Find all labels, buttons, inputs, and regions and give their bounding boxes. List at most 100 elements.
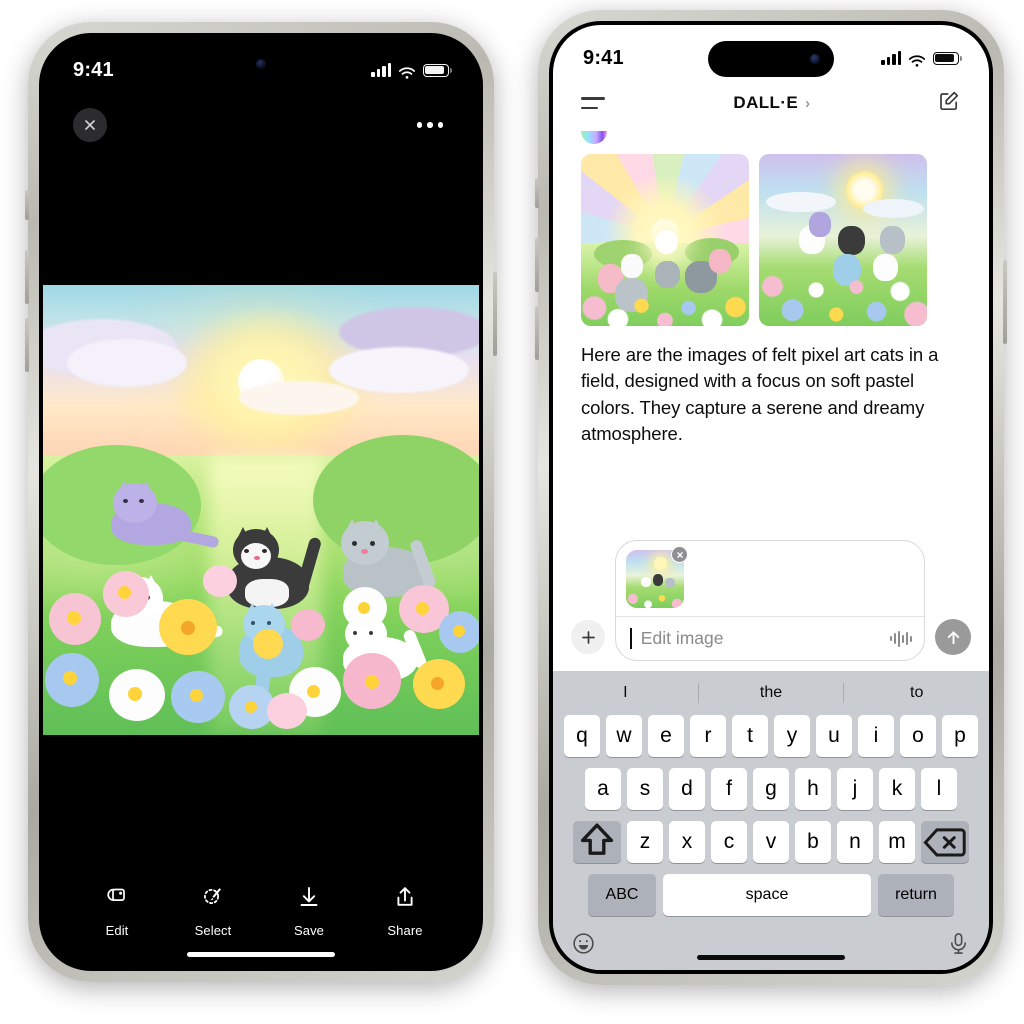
key-y[interactable]: y <box>774 715 810 757</box>
more-options-icon[interactable] <box>411 116 450 134</box>
select-button[interactable]: Select <box>176 885 250 938</box>
add-attachment-icon[interactable] <box>571 620 605 654</box>
shift-key-icon[interactable] <box>573 821 621 863</box>
generated-image-1[interactable] <box>581 154 749 326</box>
new-chat-compose-icon[interactable] <box>937 89 961 118</box>
wifi-icon <box>908 51 926 67</box>
home-indicator[interactable] <box>187 952 335 957</box>
viewer-top-bar <box>43 91 479 149</box>
volume-up-button[interactable] <box>535 238 539 292</box>
key-q[interactable]: q <box>564 715 600 757</box>
battery-icon <box>933 51 962 65</box>
wifi-icon <box>398 63 416 79</box>
attachment-thumbnail[interactable] <box>626 546 688 608</box>
key-m[interactable]: m <box>879 821 915 863</box>
chevron-right-icon: › <box>805 94 811 112</box>
key-o[interactable]: o <box>900 715 936 757</box>
artwork-cloud <box>67 339 187 387</box>
composer-input-container[interactable]: Edit image <box>615 540 925 661</box>
key-f[interactable]: f <box>711 768 747 810</box>
key-g[interactable]: g <box>753 768 789 810</box>
prediction-2[interactable]: the <box>699 684 844 702</box>
key-d[interactable]: d <box>669 768 705 810</box>
select-subject-icon <box>201 885 225 914</box>
status-time: 9:41 <box>73 58 114 81</box>
key-r[interactable]: r <box>690 715 726 757</box>
hamburger-menu-icon[interactable] <box>581 91 607 115</box>
mute-switch[interactable] <box>535 178 539 208</box>
key-z[interactable]: z <box>627 821 663 863</box>
return-key[interactable]: return <box>878 874 954 916</box>
volume-down-button[interactable] <box>25 318 29 372</box>
dictation-mic-icon[interactable] <box>946 931 971 961</box>
key-t[interactable]: t <box>732 715 768 757</box>
save-label: Save <box>293 923 325 938</box>
generated-images-row <box>581 154 961 326</box>
close-icon[interactable] <box>73 108 107 142</box>
chatgpt-app: 9:41 DALL·E › Here are the images of fel… <box>553 25 989 970</box>
key-i[interactable]: i <box>858 715 894 757</box>
chat-title-label: DALL·E <box>733 93 799 112</box>
phone-left-device: 9:41 Edit Select Save Share <box>25 22 497 982</box>
backspace-key-icon[interactable] <box>921 821 969 863</box>
prediction-1[interactable]: I <box>553 684 698 702</box>
chat-navigation-bar: DALL·E › <box>553 79 989 131</box>
phone-left-screen: 9:41 Edit Select Save Share <box>43 37 479 967</box>
abc-key[interactable]: ABC <box>588 874 656 916</box>
power-button[interactable] <box>1003 260 1007 344</box>
assistant-message: Here are the images of felt pixel art ca… <box>581 344 939 444</box>
volume-down-button[interactable] <box>535 306 539 360</box>
key-p[interactable]: p <box>942 715 978 757</box>
key-b[interactable]: b <box>795 821 831 863</box>
key-c[interactable]: c <box>711 821 747 863</box>
key-a[interactable]: a <box>585 768 621 810</box>
text-cursor <box>630 628 632 649</box>
chat-title[interactable]: DALL·E › <box>733 93 810 113</box>
generated-image-2[interactable] <box>759 154 927 326</box>
key-u[interactable]: u <box>816 715 852 757</box>
phone-right-device: 9:41 DALL·E › Here are the images of fel… <box>535 10 1007 985</box>
key-l[interactable]: l <box>921 768 957 810</box>
keyboard-row-2: a s d f g h j k l <box>553 768 989 810</box>
prediction-3[interactable]: to <box>844 684 989 702</box>
phone-right-bezel: 9:41 DALL·E › Here are the images of fel… <box>549 21 993 974</box>
key-s[interactable]: s <box>627 768 663 810</box>
share-button[interactable]: Share <box>368 885 442 938</box>
image-viewer: 9:41 Edit Select Save Share <box>43 37 479 967</box>
send-arrow-up-icon[interactable] <box>935 619 971 655</box>
message-input-row[interactable]: Edit image <box>616 617 924 660</box>
artwork-cloud <box>239 381 359 415</box>
key-k[interactable]: k <box>879 768 915 810</box>
mute-switch[interactable] <box>25 190 29 220</box>
key-j[interactable]: j <box>837 768 873 810</box>
key-w[interactable]: w <box>606 715 642 757</box>
key-h[interactable]: h <box>795 768 831 810</box>
conversation-scroll[interactable]: Here are the images of felt pixel art ca… <box>553 131 989 532</box>
select-label: Select <box>194 923 232 938</box>
home-indicator[interactable] <box>697 955 845 960</box>
key-n[interactable]: n <box>837 821 873 863</box>
edit-button[interactable]: Edit <box>80 885 154 938</box>
save-button[interactable]: Save <box>272 885 346 938</box>
viewer-canvas[interactable] <box>43 149 479 871</box>
share-label: Share <box>387 923 423 938</box>
keyboard-row-4: ABC space return <box>553 874 989 916</box>
front-camera-left <box>256 59 266 69</box>
volume-up-button[interactable] <box>25 250 29 304</box>
power-button[interactable] <box>493 272 497 356</box>
screenshot-stage: 9:41 Edit Select Save Share 9:41 DALL·E … <box>0 0 1024 1024</box>
key-e[interactable]: e <box>648 715 684 757</box>
front-camera-icon <box>810 54 820 64</box>
emoji-key-icon[interactable] <box>571 931 596 961</box>
voice-waveform-icon[interactable] <box>890 630 912 647</box>
edit-label: Edit <box>105 923 129 938</box>
artwork-cloud <box>329 347 469 393</box>
space-key[interactable]: space <box>663 874 871 916</box>
on-screen-keyboard: I the to q w e r t y u i o p a s d f g h… <box>553 671 989 970</box>
message-input-placeholder[interactable]: Edit image <box>641 628 882 649</box>
generated-image-fullscreen[interactable] <box>43 285 479 735</box>
key-x[interactable]: x <box>669 821 705 863</box>
remove-attachment-icon[interactable] <box>671 546 688 563</box>
key-v[interactable]: v <box>753 821 789 863</box>
cellular-bars-icon <box>371 63 391 77</box>
